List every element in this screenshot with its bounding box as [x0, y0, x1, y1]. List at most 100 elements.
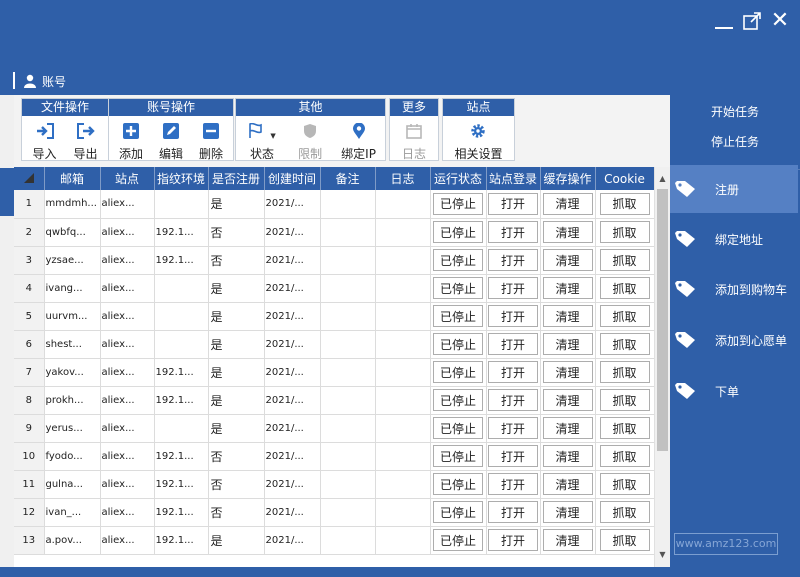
email-cell[interactable]: prokh... [44, 386, 101, 415]
grab-cookie-button[interactable]: 抓取 [599, 333, 650, 355]
site-login-button[interactable]: 打开 [488, 473, 538, 495]
clear-cache-button[interactable]: 清理 [542, 192, 593, 215]
table-row[interactable]: 12 ivan_... aliex... 192.1... 否 2021/... 已停止 打开… [14, 498, 655, 527]
site-cell[interactable]: aliex... [100, 358, 155, 387]
clear-cache-button[interactable]: 清理 [542, 389, 593, 411]
created-time-cell[interactable]: 2021/... [264, 414, 321, 443]
clear-cache-button[interactable]: 清理 [542, 445, 593, 467]
email-cell[interactable]: fyodo... [44, 442, 101, 471]
site-login-button[interactable]: 打开 [488, 277, 538, 299]
grab-cookie-button[interactable]: 抓取 [599, 192, 650, 215]
clear-cache-button[interactable]: 清理 [542, 221, 593, 243]
site-login-button[interactable]: 打开 [488, 192, 538, 215]
log-cell[interactable] [375, 358, 431, 387]
minimize-button[interactable] [712, 8, 736, 34]
column-header[interactable]: 日志 [375, 167, 431, 190]
fingerprint-env-cell[interactable] [154, 190, 209, 219]
registered-cell[interactable]: 是 [208, 302, 265, 331]
fingerprint-env-cell[interactable] [154, 414, 209, 443]
registered-cell[interactable]: 是 [208, 526, 265, 555]
site-cell[interactable]: aliex... [100, 246, 155, 275]
column-header[interactable]: 创建时间 [264, 167, 321, 190]
email-cell[interactable]: uurvm... [44, 302, 101, 331]
email-cell[interactable]: ivan_... [44, 498, 101, 527]
site-login-button[interactable]: 打开 [488, 501, 538, 523]
row-number[interactable]: 12 [14, 498, 45, 527]
log-cell[interactable] [375, 498, 431, 527]
email-cell[interactable]: gulna... [44, 470, 101, 499]
site-login-button[interactable]: 打开 [488, 221, 538, 243]
registered-cell[interactable]: 否 [208, 498, 265, 527]
sidebar-item-add-to-wishlist[interactable]: 添加到心愿单 [670, 316, 798, 364]
note-cell[interactable] [320, 330, 376, 359]
registered-cell[interactable]: 否 [208, 246, 265, 275]
run-status-button[interactable]: 已停止 [433, 221, 483, 243]
grab-cookie-button[interactable]: 抓取 [599, 277, 650, 299]
log-cell[interactable] [375, 274, 431, 303]
registered-cell[interactable]: 是 [208, 330, 265, 359]
registered-cell[interactable]: 否 [208, 470, 265, 499]
run-status-button[interactable]: 已停止 [433, 361, 483, 383]
registered-cell[interactable]: 否 [208, 442, 265, 471]
note-cell[interactable] [320, 218, 376, 247]
site-cell[interactable]: aliex... [100, 526, 155, 555]
log-cell[interactable] [375, 470, 431, 499]
log-cell[interactable] [375, 442, 431, 471]
table-row[interactable]: 9 yerus... aliex... 是 2021/... 已停止 打开 清理 抓取 [14, 414, 655, 443]
site-login-button[interactable]: 打开 [488, 361, 538, 383]
site-cell[interactable]: aliex... [100, 218, 155, 247]
row-number[interactable]: 10 [14, 442, 45, 471]
log-cell[interactable] [375, 302, 431, 331]
table-row[interactable]: 7 yakov... aliex... 192.1... 是 2021/... 已停止 打开清… [14, 358, 655, 387]
created-time-cell[interactable]: 2021/... [264, 498, 321, 527]
site-login-button[interactable]: 打开 [488, 333, 538, 355]
note-cell[interactable] [320, 302, 376, 331]
clear-cache-button[interactable]: 清理 [542, 473, 593, 495]
run-status-button[interactable]: 已停止 [433, 389, 483, 411]
note-cell[interactable] [320, 414, 376, 443]
registered-cell[interactable]: 是 [208, 190, 265, 219]
table-row[interactable]: 6 shest... aliex... 是 2021/... 已停止 打开 清理 抓取 [14, 330, 655, 359]
table-row[interactable]: 2 qwbfq... aliex... 192.1... 否 2021/... 已停止 打开清… [14, 218, 655, 247]
column-header[interactable]: Cookie [595, 167, 655, 190]
note-cell[interactable] [320, 442, 376, 471]
column-header[interactable]: 运行状态 [430, 167, 487, 190]
scrollbar-thumb[interactable] [657, 189, 668, 451]
email-cell[interactable]: yakov... [44, 358, 101, 387]
delete-button[interactable]: 删除 [194, 116, 228, 162]
sidebar-item-place-order[interactable]: 下单 [670, 367, 798, 415]
site-login-button[interactable]: 打开 [488, 445, 538, 467]
row-number[interactable]: 13 [14, 526, 45, 555]
column-header[interactable]: 指纹环境 [154, 167, 209, 190]
column-header[interactable]: 缓存操作 [540, 167, 596, 190]
column-header[interactable]: 站点登录 [486, 167, 541, 190]
close-button[interactable]: ✕ [768, 8, 792, 34]
clear-cache-button[interactable]: 清理 [542, 249, 593, 271]
row-number[interactable]: 6 [14, 330, 45, 359]
grab-cookie-button[interactable]: 抓取 [599, 305, 650, 327]
clear-cache-button[interactable]: 清理 [542, 529, 593, 551]
maximize-button[interactable] [740, 8, 764, 34]
site-login-button[interactable]: 打开 [488, 249, 538, 271]
log-cell[interactable] [375, 330, 431, 359]
table-row[interactable]: 10 fyodo... aliex... 192.1... 否 2021/... 已停止 打开… [14, 442, 655, 471]
site-cell[interactable]: aliex... [100, 470, 155, 499]
run-status-button[interactable]: 已停止 [433, 473, 483, 495]
select-all-corner[interactable] [14, 167, 45, 190]
sidebar-item-bind-address[interactable]: 绑定地址 [670, 215, 798, 263]
log-cell[interactable] [375, 386, 431, 415]
note-cell[interactable] [320, 246, 376, 275]
note-cell[interactable] [320, 386, 376, 415]
row-number[interactable]: 5 [14, 302, 45, 331]
created-time-cell[interactable]: 2021/... [264, 470, 321, 499]
log-cell[interactable] [375, 526, 431, 555]
site-cell[interactable]: aliex... [100, 386, 155, 415]
run-status-button[interactable]: 已停止 [433, 529, 483, 551]
email-cell[interactable]: ivang... [44, 274, 101, 303]
clear-cache-button[interactable]: 清理 [542, 333, 593, 355]
created-time-cell[interactable]: 2021/... [264, 302, 321, 331]
registered-cell[interactable]: 是 [208, 414, 265, 443]
grab-cookie-button[interactable]: 抓取 [599, 221, 650, 243]
table-row[interactable]: 11 gulna... aliex... 192.1... 否 2021/... 已停止 打开… [14, 470, 655, 499]
clear-cache-button[interactable]: 清理 [542, 417, 593, 439]
